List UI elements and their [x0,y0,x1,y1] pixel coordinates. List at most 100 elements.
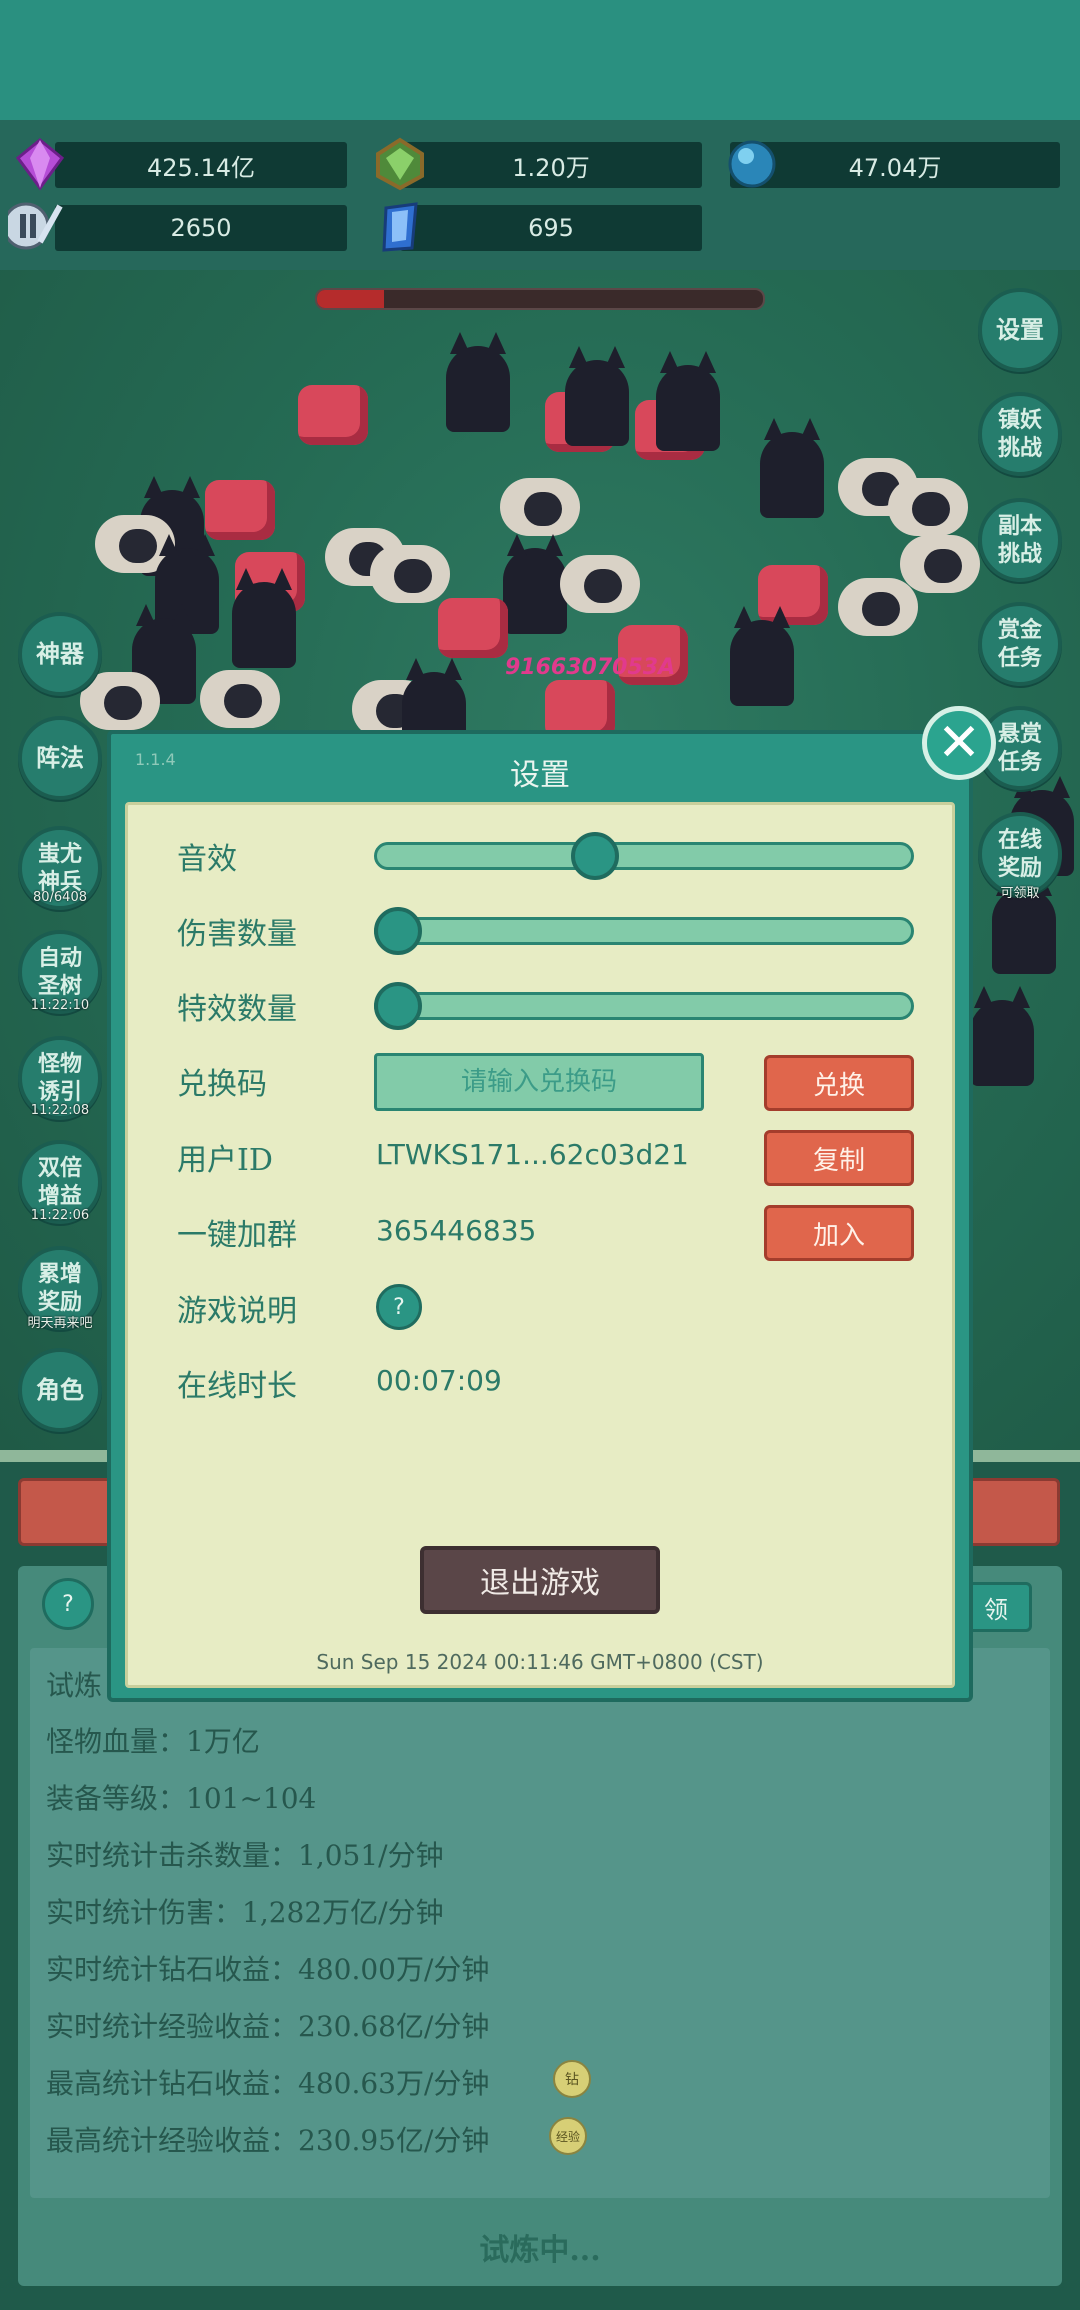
monster-sheep [560,555,640,613]
damage-number: 9166307053A [505,655,676,680]
monster-sheep [838,578,918,636]
game-guide-help-button[interactable]: ? [376,1284,422,1330]
close-button[interactable]: ✕ [922,706,996,780]
claim-button-label: 领 [984,1595,1008,1624]
monster-horned-ghost [446,332,510,432]
monster-horned-ghost [970,986,1034,1086]
diamond-badge-label: 钻 [565,2072,579,2088]
damage-count-slider[interactable] [374,917,914,945]
resource-crystal: 1.20万 [400,142,702,188]
stat-diamond-income: 实时统计钻石收益：480.00万/分钟 [46,1953,490,1986]
monster-sheep [900,535,980,593]
modal-title: 设置 [510,758,570,793]
online-time-value: 00:07:09 [376,1364,502,1397]
join-button-label: 加入 [812,1220,865,1251]
resource-gem: 695 [400,205,702,251]
exp-badge-label: 经验 [555,2129,580,2144]
damage-count-label: 伤害数量 [177,917,297,952]
sound-slider[interactable] [374,842,914,870]
quit-game-label: 退出游戏 [480,1566,600,1601]
monster-horned-ghost [730,606,794,706]
stat-kills-per-minute: 实时统计击杀数量：1,051/分钟 [46,1839,444,1872]
join-button[interactable]: 加入 [764,1205,914,1261]
side-button-demon-challenge[interactable]: 镇妖挑战 [978,392,1062,476]
side-button-label: 累增奖励 [37,1261,82,1315]
boss-hp-bar [315,288,765,310]
monster-red-cube [298,385,368,445]
effects-count-label: 特效数量 [177,992,297,1027]
side-button-settings[interactable]: 设置 [978,288,1062,372]
damage-count-slider-knob[interactable] [374,907,422,955]
exp-badge-icon: 经验 [549,2117,587,2155]
side-button-formation[interactable]: 阵法 [18,716,102,800]
side-button-bounty-task[interactable]: 赏金任务 [978,602,1062,686]
redeem-code-input[interactable] [374,1053,704,1111]
side-button-label: 角色 [36,1375,84,1404]
effects-count-slider-knob[interactable] [374,982,422,1030]
stat-monster-hp: 怪物血量：1万亿 [46,1725,260,1758]
blue-orb-icon [728,140,776,188]
side-button-sublabel: 11:22:08 [30,1103,90,1118]
resource-panel: 425.14亿 1.20万 47.04万 2650 695 [0,120,1080,270]
side-button-label: 神器 [36,639,84,668]
side-button-dungeon-challenge[interactable]: 副本挑战 [978,498,1062,582]
boss-hp-fill [317,290,384,308]
side-button-label: 怪物诱引 [37,1051,82,1105]
resource-sword-value: 2650 [170,214,232,242]
side-button-label: 阵法 [36,743,84,772]
monster-sheep [370,545,450,603]
side-button-label: 设置 [996,315,1044,344]
stat-equipment-level: 装备等级：101~104 [46,1782,317,1815]
blue-gem-icon [382,202,418,252]
stat-max-exp-income: 最高统计经验收益：230.95亿/分钟 [46,2124,490,2157]
monster-horned-ghost [656,351,720,451]
side-button-label: 赏金任务 [997,617,1042,671]
side-button-label: 双倍增益 [37,1155,82,1209]
side-button-label: 蚩尤神兵 [37,841,82,895]
monster-sheep [200,670,280,728]
question-icon: ? [393,1294,405,1320]
current-datetime: Sun Sep 15 2024 00:11:46 GMT+0800 (CST) [316,1650,764,1674]
trial-help-label: ? [62,1591,74,1617]
side-button-sublabel: 明天再来吧 [27,1316,93,1331]
resource-gem-value: 695 [528,214,574,242]
monster-horned-ghost [565,346,629,446]
sword-scroll-icon [8,202,63,250]
monster-sheep [888,478,968,536]
side-button-sublabel: 11:22:10 [30,998,90,1013]
copy-button[interactable]: 复制 [764,1130,914,1186]
group-number-value: 365446835 [376,1214,537,1247]
game-guide-label: 游戏说明 [177,1294,297,1329]
side-button-artifact[interactable]: 神器 [18,612,102,696]
stat-max-diamond-income: 最高统计钻石收益：480.63万/分钟 [46,2067,490,2100]
resource-orb-value: 47.04万 [848,153,942,182]
redeem-label: 兑换码 [177,1067,267,1102]
resource-diamond-value: 425.14亿 [147,153,255,182]
diamond-badge-icon: 钻 [553,2060,591,2098]
user-id-label: 用户ID [177,1143,273,1178]
monster-red-cube [205,480,275,540]
purple-diamond-icon [15,138,65,191]
copy-button-label: 复制 [812,1145,865,1176]
monster-horned-ghost [503,534,567,634]
side-button-label: 镇妖挑战 [997,407,1042,461]
side-button-label: 副本挑战 [997,513,1042,567]
redeem-button[interactable]: 兑换 [764,1055,914,1111]
monster-sheep [500,478,580,536]
action-bar-right[interactable] [960,1478,1060,1546]
effects-count-slider[interactable] [374,992,914,1020]
online-time-label: 在线时长 [177,1369,297,1404]
stat-damage-per-minute: 实时统计伤害：1,282万亿/分钟 [46,1896,444,1929]
resource-diamond: 425.14亿 [55,142,347,188]
sound-slider-knob[interactable] [570,832,619,880]
side-button-sublabel: 11:22:06 [30,1208,90,1223]
user-id-value: LTWKS171...62c03d21 [376,1138,689,1171]
side-button-character[interactable]: 角色 [18,1348,102,1432]
trial-help-button[interactable]: ? [42,1578,94,1630]
green-crystal-icon [376,137,424,191]
side-button-label: 在线奖励 [997,827,1042,881]
side-button-label: 自动圣树 [37,945,82,999]
join-group-label: 一键加群 [177,1218,297,1253]
redeem-button-label: 兑换 [812,1070,865,1101]
quit-game-button[interactable]: 退出游戏 [420,1546,660,1614]
